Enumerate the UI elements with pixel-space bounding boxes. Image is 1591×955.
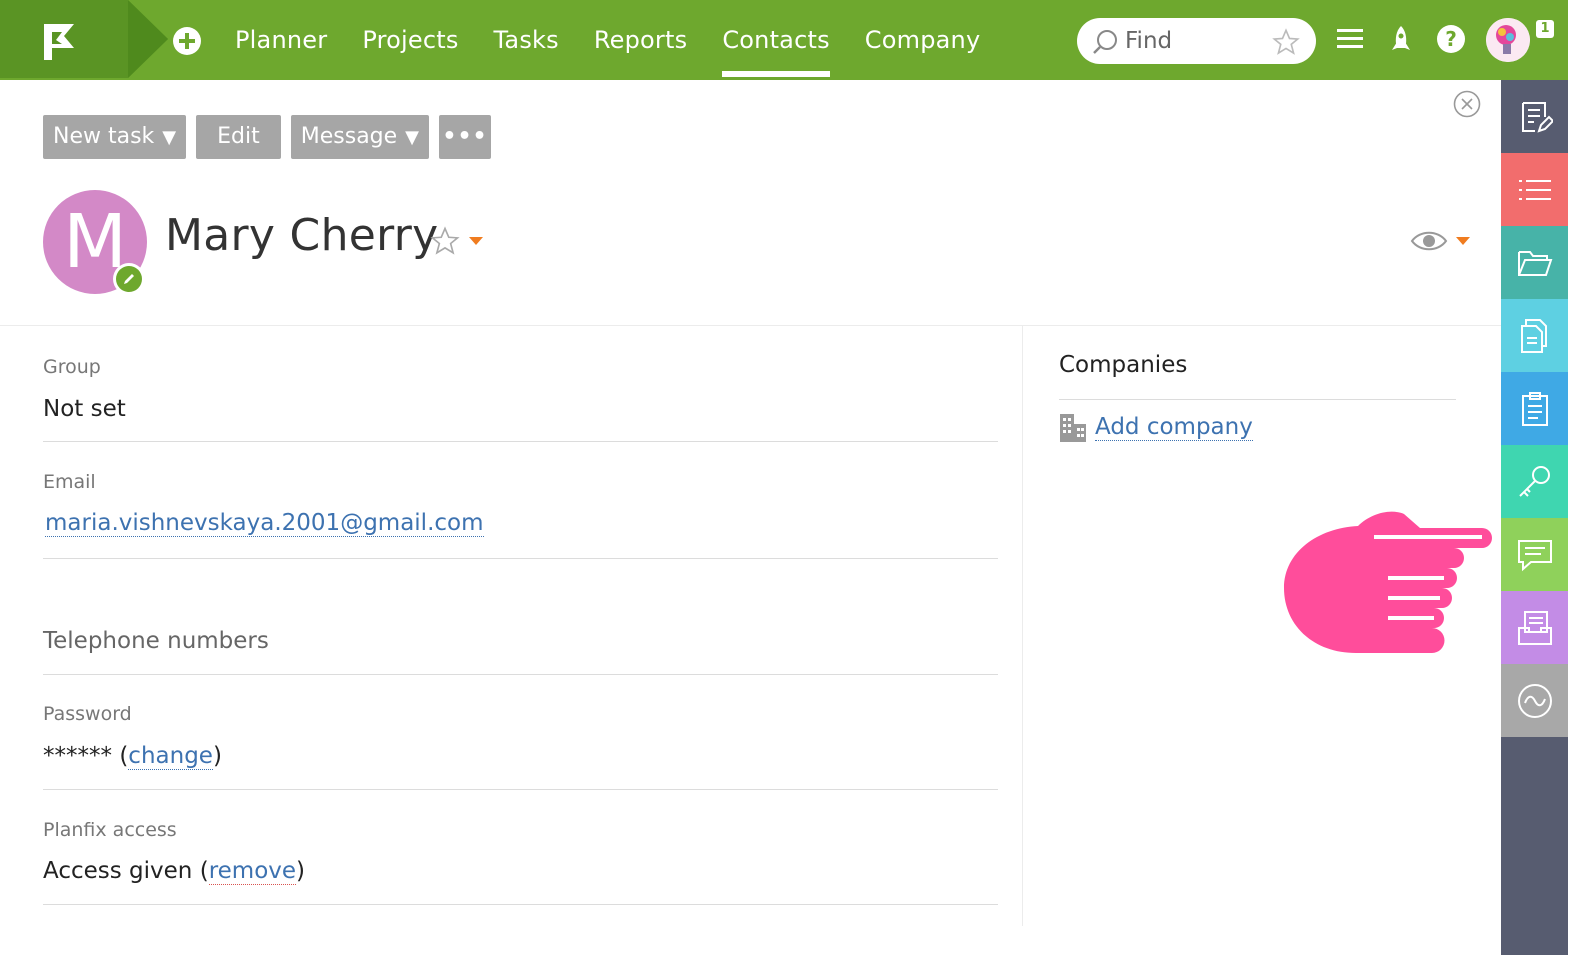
sidebar-list[interactable] <box>1501 153 1568 226</box>
chevron-down-icon: ▼ <box>162 127 177 148</box>
search-box <box>1077 18 1316 64</box>
documents-icon <box>1520 318 1547 353</box>
edit-avatar-button[interactable] <box>113 263 145 295</box>
planfix-access-value: Access given (remove) <box>43 858 306 885</box>
sidebar-task-form[interactable] <box>1501 80 1568 153</box>
field-divider <box>43 789 998 790</box>
new-task-button[interactable]: New task ▼ <box>43 115 187 159</box>
sidebar-documents[interactable] <box>1501 299 1568 372</box>
analytics-icon <box>1517 683 1552 718</box>
remove-access-link[interactable]: remove <box>208 858 297 885</box>
pencil-icon <box>124 274 134 284</box>
key-icon <box>1518 465 1550 497</box>
field-divider <box>43 558 998 559</box>
eye-icon[interactable] <box>1410 228 1448 254</box>
edit-button[interactable]: Edit <box>196 115 281 159</box>
header-divider <box>0 325 1501 326</box>
paren-close: ) <box>296 858 306 884</box>
nav-projects[interactable]: Projects <box>362 0 458 80</box>
sidebar-analytics[interactable] <box>1501 664 1568 737</box>
menu-icon[interactable] <box>1336 24 1364 52</box>
add-company-link: Add company <box>1095 413 1253 441</box>
search-icon <box>1093 30 1117 54</box>
building-icon <box>1060 414 1086 442</box>
nav-reports[interactable]: Reports <box>594 0 687 80</box>
chevron-down-icon[interactable] <box>1455 236 1471 246</box>
nav-company[interactable]: Company <box>865 0 981 80</box>
user-avatar[interactable] <box>1486 18 1530 62</box>
paren-open: ( <box>199 858 209 884</box>
sidebar-key[interactable] <box>1501 445 1568 518</box>
folder-icon <box>1517 250 1552 276</box>
paren-open: ( <box>119 743 129 769</box>
nav-planner[interactable]: Planner <box>235 0 327 80</box>
new-task-label: New task <box>53 124 155 149</box>
contact-name: Mary Cherry <box>165 210 439 261</box>
field-divider <box>43 674 998 675</box>
group-value: Not set <box>43 396 126 422</box>
companies-title: Companies <box>1059 352 1188 378</box>
paren-close: ) <box>212 743 222 769</box>
notification-badge[interactable]: 1 <box>1536 20 1554 38</box>
sidebar-clipboard[interactable] <box>1501 372 1568 445</box>
svg-text:?: ? <box>1445 27 1457 51</box>
main-nav: Planner Projects Tasks Reports Contacts … <box>235 0 1015 80</box>
sidebar-folder[interactable] <box>1501 226 1568 299</box>
password-mask: ****** <box>43 743 112 769</box>
close-icon[interactable] <box>1453 90 1481 118</box>
companies-divider <box>1059 399 1456 400</box>
message-button[interactable]: Message ▼ <box>290 115 430 159</box>
add-company-button[interactable]: Add company <box>1059 412 1253 442</box>
field-divider <box>43 441 998 442</box>
star-icon[interactable] <box>1272 28 1300 56</box>
chevron-down-icon[interactable] <box>468 236 484 246</box>
sidebar-chat[interactable] <box>1501 518 1568 591</box>
sidebar-inbox[interactable] <box>1501 591 1568 664</box>
task-form-icon <box>1521 101 1553 133</box>
nav-tasks[interactable]: Tasks <box>494 0 559 80</box>
nav-contacts[interactable]: Contacts <box>722 0 831 80</box>
message-label: Message <box>300 124 398 149</box>
field-divider <box>43 904 998 905</box>
password-value: ****** (change) <box>43 743 222 770</box>
rocket-icon[interactable] <box>1388 24 1414 56</box>
add-new-icon[interactable] <box>172 26 202 56</box>
right-sidebar <box>1501 80 1568 955</box>
top-navigation-bar: Planner Projects Tasks Reports Contacts … <box>0 0 1568 80</box>
password-label: Password <box>43 703 132 725</box>
pointing-hand-icon <box>1284 511 1492 653</box>
planfix-logo[interactable] <box>0 0 168 78</box>
list-icon <box>1518 179 1551 200</box>
favorite-star-icon[interactable] <box>430 226 460 256</box>
telephone-numbers-title: Telephone numbers <box>43 628 269 654</box>
help-icon[interactable]: ? <box>1436 24 1466 54</box>
email-link[interactable]: maria.vishnevskaya.2001@gmail.com <box>45 510 484 537</box>
group-label: Group <box>43 356 101 378</box>
planfix-access-label: Planfix access <box>43 819 177 841</box>
access-status: Access given <box>43 858 193 884</box>
chat-icon <box>1517 539 1552 571</box>
clipboard-icon <box>1521 391 1548 426</box>
search-input[interactable] <box>1125 25 1265 57</box>
change-password-link[interactable]: change <box>128 743 213 770</box>
contact-toolbar: New task ▼ Edit Message ▼ ••• <box>43 115 501 159</box>
chevron-down-icon: ▼ <box>405 127 420 148</box>
email-value: maria.vishnevskaya.2001@gmail.com <box>45 510 484 537</box>
email-label: Email <box>43 471 96 493</box>
inbox-icon <box>1517 610 1552 645</box>
more-actions-button[interactable]: ••• <box>439 115 492 159</box>
column-divider <box>1022 326 1023 926</box>
